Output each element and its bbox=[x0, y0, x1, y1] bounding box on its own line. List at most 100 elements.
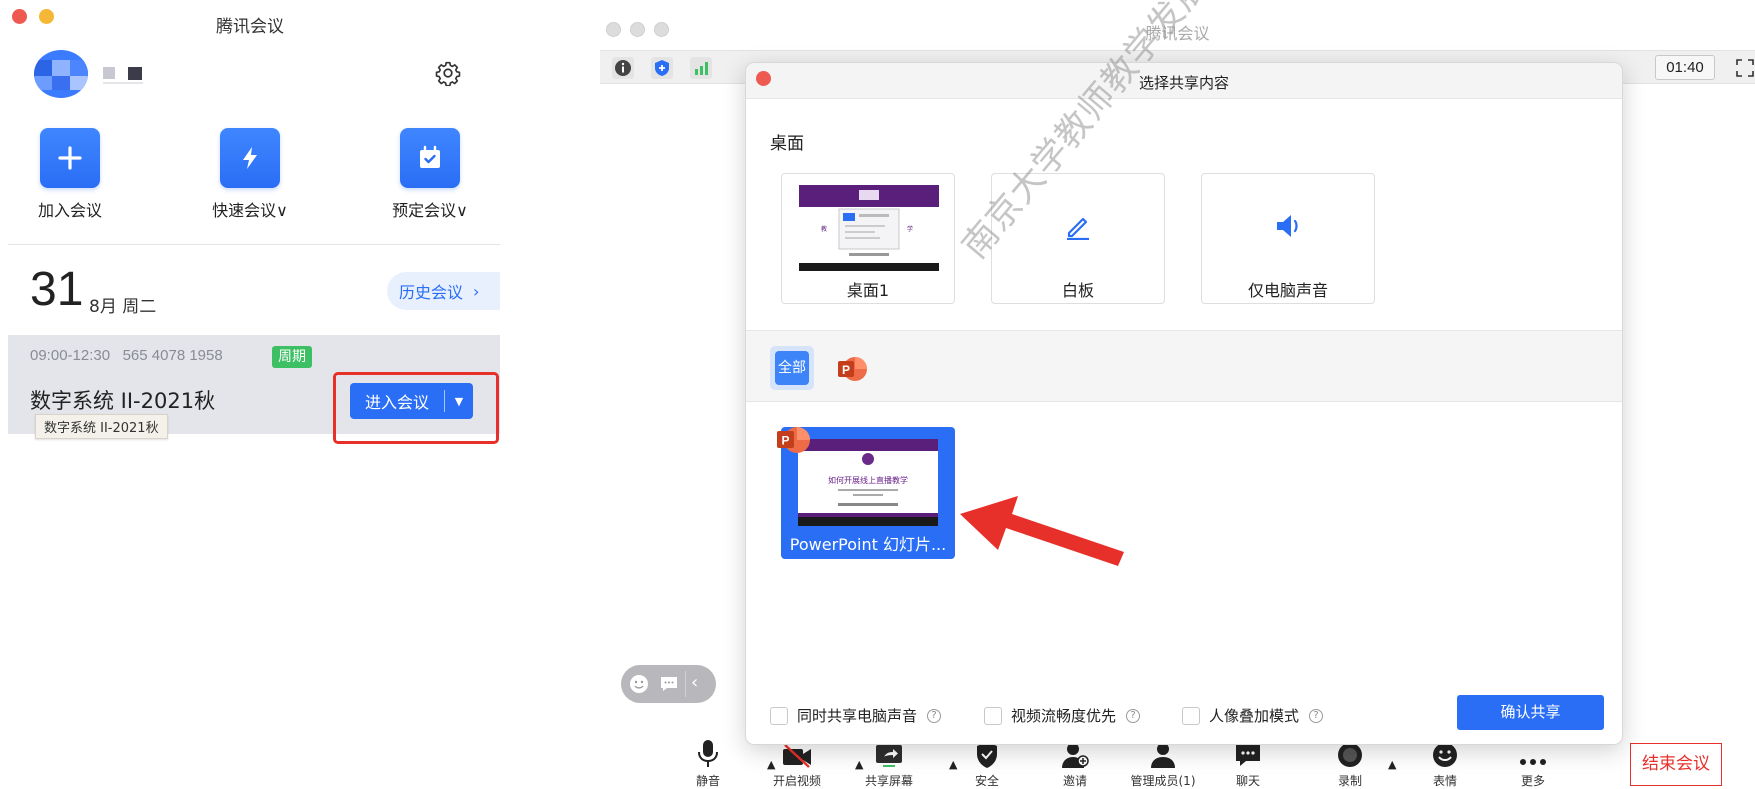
gear-icon[interactable] bbox=[435, 60, 461, 86]
join-meeting-action[interactable]: 加入会议 bbox=[10, 128, 130, 221]
history-meetings-button[interactable]: 历史会议 › bbox=[387, 272, 500, 310]
filter-all-label: 全部 bbox=[775, 351, 809, 385]
invite-icon bbox=[1062, 743, 1089, 768]
more-icon bbox=[1520, 759, 1546, 765]
powerpoint-slide-thumbnail: 如何开展线上直播教学 bbox=[798, 439, 938, 526]
portrait-overlay-option[interactable]: 人像叠加模式 ? bbox=[1182, 705, 1324, 726]
info-icon[interactable] bbox=[612, 57, 634, 79]
powerpoint-filter-icon[interactable]: P bbox=[836, 353, 868, 385]
collapse-chevron-icon[interactable]: ‹ bbox=[691, 672, 698, 693]
record-options-caret-icon[interactable]: ▲ bbox=[1388, 758, 1396, 771]
pencil-icon bbox=[1067, 217, 1089, 240]
app-filter-bar: 全部 P bbox=[746, 330, 1622, 402]
help-icon[interactable]: ? bbox=[1309, 708, 1324, 723]
quick-meeting-action[interactable]: 快速会议∨ bbox=[190, 128, 310, 221]
help-icon[interactable]: ? bbox=[927, 708, 942, 723]
signal-icon[interactable] bbox=[690, 57, 712, 79]
meeting-time-id: 09:00-12:30 565 4078 1958 bbox=[30, 347, 223, 364]
share-computer-audio-label: 同时共享电脑声音 bbox=[797, 707, 918, 725]
window-title: 腾讯会议 bbox=[216, 17, 284, 37]
confirm-share-button[interactable]: 确认共享 bbox=[1457, 695, 1604, 730]
meeting-name: 数字系统 II-2021秋 bbox=[30, 389, 216, 413]
desktop-thumbnail: 教 学 bbox=[799, 185, 939, 271]
record-icon bbox=[1338, 743, 1362, 767]
powerpoint-window-label: PowerPoint 幻灯片... bbox=[789, 535, 947, 554]
share-computer-audio-option[interactable]: 同时共享电脑声音 ? bbox=[770, 705, 942, 726]
manage-members-label: 管理成员(1) bbox=[1130, 774, 1196, 788]
emoji-icon bbox=[1433, 743, 1457, 767]
username-blurred bbox=[103, 82, 143, 84]
start-video-label: 开启视频 bbox=[772, 774, 821, 788]
security-label: 安全 bbox=[974, 774, 999, 788]
shield-icon[interactable] bbox=[651, 57, 673, 79]
mute-button[interactable]: 静音 bbox=[668, 737, 748, 789]
more-label: 更多 bbox=[1520, 774, 1545, 788]
meeting-timer: 01:40 bbox=[1655, 55, 1715, 80]
annotation-highlight-box bbox=[333, 372, 499, 444]
calendar-check-icon bbox=[400, 128, 460, 188]
svg-text:教: 教 bbox=[821, 225, 827, 233]
portrait-overlay-label: 人像叠加模式 bbox=[1209, 707, 1300, 725]
computer-audio-only-label: 仅电脑声音 bbox=[1247, 281, 1328, 300]
invite-label: 邀请 bbox=[1062, 774, 1087, 788]
powerpoint-app-icon: P bbox=[777, 427, 810, 453]
dialog-header: 选择共享内容 bbox=[746, 63, 1622, 99]
history-meetings-label: 历史会议 bbox=[399, 283, 464, 302]
recurring-badge: 周期 bbox=[272, 346, 312, 368]
select-share-content-dialog: 选择共享内容 桌面 教 学 桌面1 白板 仅电脑声音 全部 P 如何开展线上直播… bbox=[745, 62, 1623, 745]
mute-label: 静音 bbox=[695, 774, 720, 788]
plus-icon bbox=[40, 128, 100, 188]
date-day: 31 bbox=[30, 263, 84, 316]
quick-meeting-label: 快速会议∨ bbox=[212, 201, 288, 220]
whiteboard-label: 白板 bbox=[1061, 281, 1094, 300]
schedule-meeting-action[interactable]: 预定会议∨ bbox=[370, 128, 490, 221]
chat-bubble-icon[interactable] bbox=[659, 675, 679, 693]
security-icon bbox=[977, 742, 997, 768]
svg-text:学: 学 bbox=[907, 225, 913, 233]
desktop-1-label: 桌面1 bbox=[846, 281, 890, 300]
pill-divider bbox=[685, 671, 686, 697]
desktop-section-heading: 桌面 bbox=[770, 134, 804, 154]
desktop-1-card[interactable]: 教 学 桌面1 bbox=[781, 173, 955, 304]
lightning-icon bbox=[220, 128, 280, 188]
chat-icon bbox=[1236, 745, 1260, 766]
tencent-meeting-main-window: 腾讯会议 加入会议 快速会议∨ 预定会议∨ 31 8月 周二 历史会议 › 09… bbox=[0, 0, 500, 789]
share-screen-icon bbox=[876, 745, 902, 767]
svg-text:P: P bbox=[842, 363, 850, 377]
join-meeting-label: 加入会议 bbox=[37, 201, 102, 220]
svg-text:P: P bbox=[781, 434, 789, 448]
speaker-icon bbox=[1277, 215, 1298, 237]
meeting-id: 565 4078 1958 bbox=[122, 347, 223, 364]
help-icon[interactable]: ? bbox=[1126, 708, 1141, 723]
dialog-title: 选择共享内容 bbox=[1138, 74, 1229, 92]
avatar[interactable] bbox=[34, 50, 88, 98]
smile-icon[interactable] bbox=[629, 674, 649, 694]
video-off-icon bbox=[783, 744, 811, 768]
divider bbox=[8, 244, 500, 245]
portrait-overlay-checkbox[interactable] bbox=[1182, 706, 1200, 725]
schedule-meeting-label: 预定会议∨ bbox=[392, 201, 468, 220]
reactions-label: 表情 bbox=[1432, 774, 1457, 788]
filter-all-tab[interactable]: 全部 bbox=[770, 346, 814, 390]
meeting-time: 09:00-12:30 bbox=[30, 347, 111, 364]
fullscreen-icon[interactable] bbox=[1735, 58, 1755, 78]
share-computer-audio-checkbox[interactable] bbox=[770, 706, 788, 725]
microphone-icon bbox=[698, 740, 718, 767]
video-smoothness-option[interactable]: 视频流畅度优先 ? bbox=[984, 705, 1141, 726]
username-blurred bbox=[128, 67, 142, 80]
reaction-chat-pill[interactable]: ‹ bbox=[621, 665, 716, 703]
share-screen-label: 共享屏幕 bbox=[864, 774, 913, 788]
chat-label: 聊天 bbox=[1235, 774, 1260, 788]
video-smoothness-checkbox[interactable] bbox=[984, 706, 1002, 725]
end-meeting-button[interactable]: 结束会议 bbox=[1630, 743, 1722, 786]
record-label: 录制 bbox=[1337, 774, 1362, 788]
video-smoothness-label: 视频流畅度优先 bbox=[1011, 707, 1117, 725]
meeting-name-tooltip: 数字系统 II-2021秋 bbox=[35, 414, 168, 439]
annotation-arrow-icon bbox=[960, 496, 1124, 566]
chevron-right-icon: › bbox=[473, 281, 480, 301]
username-blurred bbox=[103, 67, 115, 79]
date-month-weekday: 8月 周二 bbox=[89, 297, 157, 317]
members-icon bbox=[1151, 743, 1175, 768]
slide-title: 如何开展线上直播教学 bbox=[828, 475, 908, 485]
computer-audio-only-card[interactable]: 仅电脑声音 bbox=[1201, 173, 1375, 304]
